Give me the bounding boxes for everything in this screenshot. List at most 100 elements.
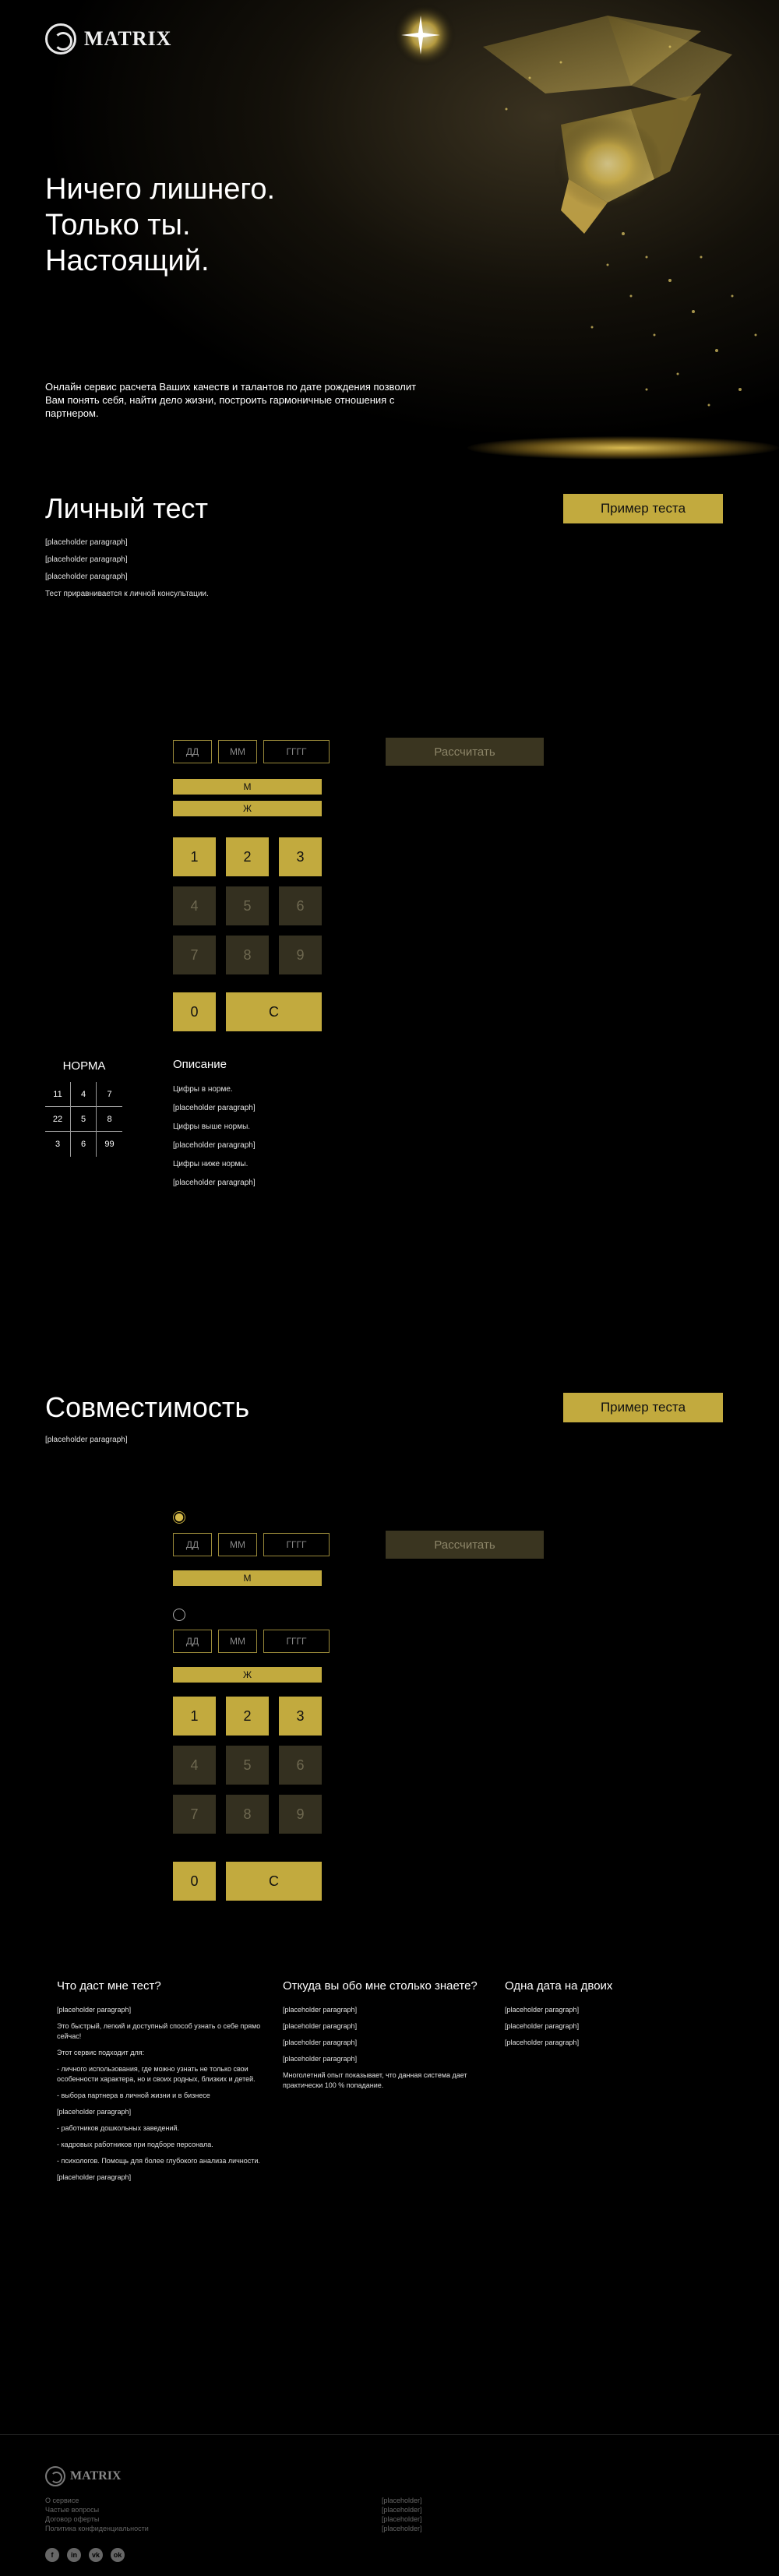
clear-key[interactable]: C <box>226 992 322 1031</box>
calculate-button[interactable]: Рассчитать <box>386 738 544 766</box>
norma-cell: 5 <box>71 1107 97 1132</box>
instagram-icon[interactable]: in <box>67 2548 81 2562</box>
vk-icon[interactable]: vk <box>89 2548 103 2562</box>
description-title: Описание <box>173 1058 227 1071</box>
key-2[interactable]: 2 <box>226 1697 269 1736</box>
norma-title: НОРМА <box>62 1059 106 1073</box>
year-input[interactable]: ГГГГ <box>263 1630 330 1653</box>
key-8[interactable]: 8 <box>226 936 269 974</box>
key-9[interactable]: 9 <box>279 936 322 974</box>
clear-key[interactable]: C <box>226 1862 322 1901</box>
norma-cell: 22 <box>45 1107 71 1132</box>
paragraph: Это быстрый, легкий и доступный способ у… <box>57 2022 261 2040</box>
gender-male-button[interactable]: М <box>173 779 322 795</box>
footer-links: О сервисе Частые вопросы Договор оферты … <box>45 2496 149 2533</box>
key-7[interactable]: 7 <box>173 1795 216 1834</box>
odnoklassniki-icon[interactable]: ok <box>111 2548 125 2562</box>
description-block: Описание Цифры в норме. [placeholder par… <box>173 1059 640 1196</box>
footer-link-offer[interactable]: Договор оферты <box>45 2514 149 2524</box>
key-6[interactable]: 6 <box>279 886 322 925</box>
year-input[interactable]: ГГГГ <box>263 740 330 763</box>
paragraph: [placeholder paragraph] <box>45 1436 128 1444</box>
hero-title-line: Ничего лишнего. <box>45 173 276 206</box>
number-keypad: 1 2 3 4 5 6 7 8 9 <box>173 837 322 974</box>
key-1[interactable]: 1 <box>173 837 216 876</box>
paragraph: [placeholder paragraph] <box>45 573 128 581</box>
facebook-icon[interactable]: f <box>45 2548 59 2562</box>
norma-grid: 11 4 7 22 5 8 3 6 99 <box>45 1082 123 1157</box>
key-9[interactable]: 9 <box>279 1795 322 1834</box>
key-0[interactable]: 0 <box>173 992 216 1031</box>
logo-icon <box>45 2466 65 2486</box>
logo-text: MATRIX <box>84 27 172 50</box>
partner-1-radio[interactable] <box>173 1511 185 1524</box>
keypad-bottom-row: 0 C <box>173 1862 322 1901</box>
day-input[interactable]: ДД <box>173 740 212 763</box>
footer-logo[interactable]: MATRIX <box>45 2466 121 2486</box>
footer-contacts: [placeholder] [placeholder] [placeholder… <box>382 2496 422 2533</box>
paragraph: [placeholder paragraph] <box>283 2006 358 2014</box>
norma-cell: 11 <box>45 1082 71 1107</box>
paragraph: - кадровых работников при подборе персон… <box>57 2141 213 2148</box>
partner-2-gender-female[interactable]: Ж <box>173 1667 322 1683</box>
hero-title-line: Настоящий. <box>45 245 210 277</box>
paragraph: - психологов. Помощь для более глубокого… <box>57 2157 260 2165</box>
norma-cell: 7 <box>97 1082 122 1107</box>
hero-subtitle: Онлайн сервис расчета Ваших качеств и та… <box>45 381 417 419</box>
month-input[interactable]: ММ <box>218 1630 257 1653</box>
key-3[interactable]: 3 <box>279 1697 322 1736</box>
key-8[interactable]: 8 <box>226 1795 269 1834</box>
example-test-button[interactable]: Пример теста <box>563 494 723 523</box>
key-3[interactable]: 3 <box>279 837 322 876</box>
footer-contact-line[interactable]: [placeholder] <box>382 2524 422 2533</box>
compatibility-title: Совместимость <box>45 1391 250 1423</box>
hero-title: Ничего лишнего. Только ты. Настоящий. <box>45 171 275 279</box>
compatibility-keypad: 1 2 3 4 5 6 7 8 9 <box>173 1697 322 1834</box>
key-4[interactable]: 4 <box>173 1746 216 1785</box>
partner-1-gender-male[interactable]: М <box>173 1570 322 1586</box>
partner-2-radio[interactable] <box>173 1609 185 1621</box>
paragraph: Тест приравнивается к личной консультаци… <box>45 590 209 598</box>
compatibility-example-button[interactable]: Пример теста <box>563 1393 723 1422</box>
norma-cell: 4 <box>71 1082 97 1107</box>
footer-contact-line: [placeholder] <box>382 2515 422 2523</box>
day-input[interactable]: ДД <box>173 1533 212 1556</box>
description-item: Цифры выше нормы. <box>173 1122 251 1131</box>
keypad-bottom-row: 0 C <box>173 992 322 1031</box>
paragraph: - личного использования, где можно узнат… <box>57 2065 256 2083</box>
logo[interactable]: MATRIX <box>45 23 171 55</box>
footer-link-privacy[interactable]: Политика конфиденциальности <box>45 2524 149 2533</box>
paragraph: [placeholder paragraph] <box>283 2039 358 2046</box>
footer-link-about[interactable]: О сервисе <box>45 2496 149 2505</box>
partner-1-birthdate-inputs: ДД ММ ГГГГ <box>173 1533 330 1556</box>
compatibility-calculate-button[interactable]: Рассчитать <box>386 1531 544 1559</box>
month-input[interactable]: ММ <box>218 740 257 763</box>
footer-contact-line: [placeholder] <box>382 2497 422 2504</box>
social-links: f in vk ok <box>45 2548 125 2562</box>
info-column: Одна дата на двоих [placeholder paragrap… <box>505 1979 711 2054</box>
key-7[interactable]: 7 <box>173 936 216 974</box>
key-6[interactable]: 6 <box>279 1746 322 1785</box>
key-1[interactable]: 1 <box>173 1697 216 1736</box>
paragraph: [placeholder paragraph] <box>57 2006 132 2014</box>
footer-link-faq[interactable]: Частые вопросы <box>45 2505 149 2514</box>
paragraph: [placeholder paragraph] <box>505 2039 580 2046</box>
key-5[interactable]: 5 <box>226 886 269 925</box>
gold-glow-line <box>467 436 779 460</box>
gender-female-button[interactable]: Ж <box>173 801 322 816</box>
info-column-title: Что даст мне тест? <box>57 1979 161 1993</box>
month-input[interactable]: ММ <box>218 1533 257 1556</box>
key-4[interactable]: 4 <box>173 886 216 925</box>
paragraph: [placeholder paragraph] <box>283 2022 358 2030</box>
logo-icon <box>45 23 76 55</box>
footer: MATRIX О сервисе Частые вопросы Договор … <box>0 2434 779 2576</box>
paragraph: [placeholder paragraph] <box>57 2108 132 2116</box>
footer-logo-text: MATRIX <box>70 2469 122 2483</box>
day-input[interactable]: ДД <box>173 1630 212 1653</box>
year-input[interactable]: ГГГГ <box>263 1533 330 1556</box>
key-2[interactable]: 2 <box>226 837 269 876</box>
hero-section: MATRIX Ничего лишнего. Только ты. Настоя… <box>0 0 779 467</box>
partner-2-birthdate-inputs: ДД ММ ГГГГ <box>173 1630 330 1653</box>
key-5[interactable]: 5 <box>226 1746 269 1785</box>
key-0[interactable]: 0 <box>173 1862 216 1901</box>
